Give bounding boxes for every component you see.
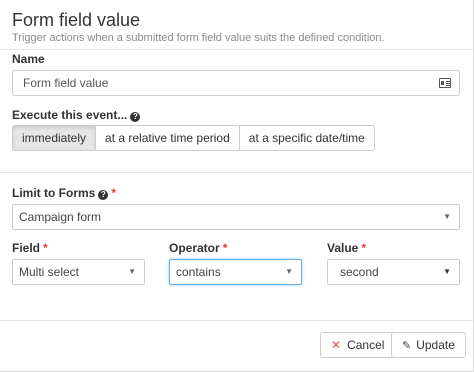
execute-label: Execute this event...? (12, 108, 141, 122)
chevron-down-icon: ▼ (443, 267, 451, 276)
required-mark: * (361, 241, 367, 255)
value-select[interactable]: second ▼ (327, 259, 460, 285)
required-mark: * (43, 241, 48, 255)
question-circle-icon[interactable]: ? (130, 112, 141, 122)
field-select-value: Multi select (19, 265, 80, 279)
id-card-icon (439, 78, 451, 88)
update-button-label: Update (416, 338, 455, 352)
field-label-text: Field (12, 241, 41, 255)
value-select-value: second (340, 265, 379, 279)
event-modal: Form field value Trigger actions when a … (0, 0, 474, 372)
modal-header: Form field value Trigger actions when a … (0, 0, 474, 50)
operator-select-value: contains (176, 265, 221, 279)
operator-select[interactable]: contains ▼ (169, 259, 302, 285)
section-divider (0, 172, 474, 173)
field-label: Field * (12, 241, 48, 255)
name-input[interactable]: Form field value (12, 70, 460, 96)
limit-forms-value: Campaign form (19, 210, 102, 224)
limit-forms-select[interactable]: Campaign form ▼ (12, 204, 460, 230)
execute-option-immediately[interactable]: immediately (12, 125, 97, 151)
chevron-down-icon: ▼ (285, 267, 293, 276)
required-mark: * (222, 241, 228, 255)
execute-button-group: immediately at a relative time period at… (12, 125, 375, 151)
modal-title: Form field value (12, 10, 141, 30)
value-label-text: Value (327, 241, 359, 255)
update-button[interactable]: ✎ Update (391, 332, 466, 358)
name-label: Name (12, 52, 45, 66)
cancel-button-label: Cancel (347, 338, 385, 352)
required-mark: * (111, 186, 117, 200)
value-label: Value * (327, 241, 366, 255)
chevron-down-icon: ▼ (128, 267, 136, 276)
field-select[interactable]: Multi select ▼ (12, 259, 145, 285)
question-circle-icon[interactable]: ? (98, 190, 109, 200)
execute-option-specific[interactable]: at a specific date/time (238, 125, 375, 151)
footer-divider (0, 320, 474, 321)
operator-label-text: Operator (169, 241, 220, 255)
limit-forms-label: Limit to Forms? * (12, 186, 116, 200)
close-icon: ✕ (331, 338, 342, 352)
execute-option-relative[interactable]: at a relative time period (95, 125, 240, 151)
modal-subtitle: Trigger actions when a submitted form fi… (12, 32, 385, 44)
cancel-button[interactable]: ✕ Cancel (320, 332, 396, 358)
limit-forms-label-text: Limit to Forms (12, 186, 96, 200)
name-input-value: Form field value (23, 76, 109, 90)
execute-label-text: Execute this event... (12, 108, 128, 122)
chevron-down-icon: ▼ (443, 212, 451, 221)
operator-label: Operator * (169, 241, 227, 255)
pencil-icon: ✎ (402, 340, 412, 352)
